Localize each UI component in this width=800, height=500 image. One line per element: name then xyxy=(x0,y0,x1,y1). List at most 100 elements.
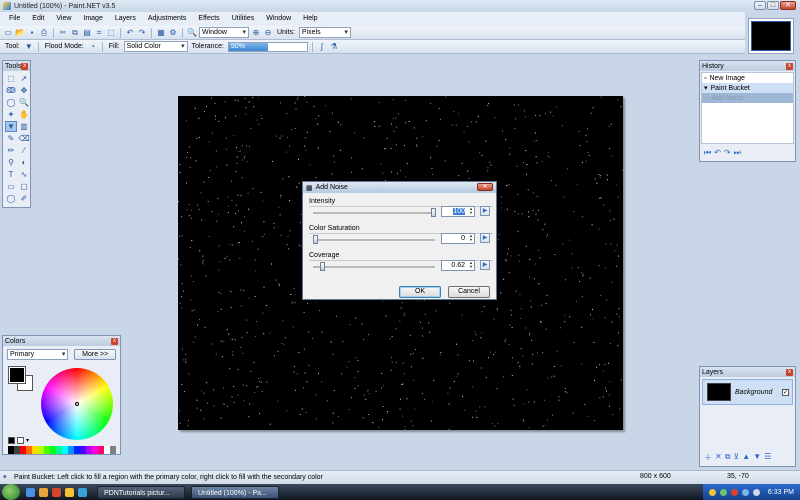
copy-icon[interactable]: ⧉ xyxy=(70,28,80,38)
lasso-tool-icon[interactable]: ↂ xyxy=(5,85,17,96)
palette-menu-icon[interactable]: ▾ xyxy=(26,437,29,444)
close-icon[interactable]: x xyxy=(21,62,28,70)
coverage-reset-button[interactable]: ▶ xyxy=(480,260,490,270)
coverage-slider-thumb[interactable] xyxy=(320,262,326,271)
media-icon[interactable] xyxy=(78,487,87,497)
rectangle-tool-icon[interactable]: ▭ xyxy=(5,181,17,192)
tolerance-slider[interactable]: 50% xyxy=(227,41,308,52)
move-layer-down-icon[interactable]: ▼ xyxy=(753,452,761,463)
zoom-window-combo[interactable]: Window xyxy=(199,27,249,38)
flood-mode-icon[interactable]: ◔ xyxy=(88,42,98,52)
menu-adjustments[interactable]: Adjustments xyxy=(142,12,193,26)
saturation-track[interactable] xyxy=(313,239,435,241)
grid-icon[interactable]: ▦ xyxy=(156,28,166,38)
palette-swatch[interactable] xyxy=(110,446,116,454)
antialias-icon[interactable]: ∫ xyxy=(317,42,327,52)
paintbrush-tool-icon[interactable]: ✎ xyxy=(5,133,17,144)
layer-row-background[interactable]: Background ✓ xyxy=(702,379,793,405)
folder-icon[interactable] xyxy=(65,487,74,497)
tray-icon[interactable] xyxy=(708,488,716,496)
blend-mode-icon[interactable]: ⚗ xyxy=(329,42,339,52)
color-wheel[interactable] xyxy=(41,368,113,440)
deselect-icon[interactable]: ⬚ xyxy=(106,28,116,38)
saturation-spinner[interactable]: ▲ ▼ xyxy=(468,234,474,243)
menu-view[interactable]: View xyxy=(50,12,77,26)
menu-help[interactable]: Help xyxy=(297,12,323,26)
redo-icon[interactable]: ↷ xyxy=(724,148,731,158)
ok-button[interactable]: OK xyxy=(399,286,441,298)
maximize-button[interactable]: □ xyxy=(767,1,779,10)
network-icon[interactable] xyxy=(741,488,749,496)
layer-visibility-checkbox[interactable]: ✓ xyxy=(782,388,789,396)
intensity-reset-button[interactable]: ▶ xyxy=(480,206,490,216)
task-paintnet[interactable]: Untitled (100%) - Pa... xyxy=(191,485,279,499)
redo-icon[interactable]: ↷ xyxy=(137,28,147,38)
zoom-in-icon[interactable]: ⊕ xyxy=(251,28,261,38)
add-layer-icon[interactable]: ＋ xyxy=(704,452,712,463)
save-icon[interactable]: ▪ xyxy=(27,28,37,38)
tray-icon[interactable] xyxy=(730,488,738,496)
freeform-shape-tool-icon[interactable]: ✐ xyxy=(18,193,30,204)
intensity-slider-thumb[interactable] xyxy=(431,208,436,217)
pan-tool-icon[interactable]: ✋ xyxy=(18,109,30,120)
duplicate-layer-icon[interactable]: ⧉ xyxy=(725,452,731,463)
undo-icon[interactable]: ↶ xyxy=(125,28,135,38)
color-target-combo[interactable]: Primary xyxy=(7,349,69,360)
menu-image[interactable]: Image xyxy=(77,12,108,26)
menu-effects[interactable]: Effects xyxy=(192,12,225,26)
close-button[interactable]: ✕ xyxy=(780,1,796,10)
menu-layers[interactable]: Layers xyxy=(109,12,142,26)
last-step-icon[interactable]: ⏭ xyxy=(734,148,741,158)
units-combo[interactable]: Pixels xyxy=(298,27,351,38)
cut-icon[interactable]: ✂ xyxy=(58,28,68,38)
move-selection-tool-icon[interactable]: ➚ xyxy=(18,73,30,84)
gradient-tool-icon[interactable]: ▥ xyxy=(18,121,30,132)
reset-colors-icon[interactable] xyxy=(8,437,15,444)
magic-wand-tool-icon[interactable]: ✦ xyxy=(5,109,17,120)
history-item-new-image[interactable]: ▫ New Image xyxy=(702,73,793,83)
settings-icon[interactable]: ⚙ xyxy=(168,28,178,38)
saturation-slider-thumb[interactable] xyxy=(313,235,318,244)
first-step-icon[interactable]: ⏮ xyxy=(704,148,711,158)
switch-windows-icon[interactable] xyxy=(39,487,48,497)
crop-icon[interactable]: ⌗ xyxy=(94,28,104,38)
intensity-track[interactable] xyxy=(313,212,435,214)
clone-stamp-tool-icon[interactable]: ⚲ xyxy=(5,157,17,168)
history-item-paint-bucket[interactable]: ▾ Paint Bucket xyxy=(702,83,793,93)
minimize-button[interactable]: – xyxy=(754,1,766,10)
paint-bucket-icon[interactable]: ▼ xyxy=(24,42,34,52)
browser-icon[interactable] xyxy=(52,487,61,497)
more-colors-button[interactable]: More >> xyxy=(74,349,116,360)
menu-edit[interactable]: Edit xyxy=(26,12,50,26)
close-icon[interactable]: x xyxy=(786,62,793,70)
paste-icon[interactable]: ▤ xyxy=(82,28,92,38)
fill-combo[interactable]: Solid Color xyxy=(123,41,188,52)
recolor-tool-icon[interactable]: ◐ xyxy=(18,157,30,168)
zoom-out-icon[interactable]: ⊖ xyxy=(263,28,273,38)
close-icon[interactable]: x xyxy=(111,337,118,345)
zoom-tool-icon[interactable]: 🔍 xyxy=(18,97,30,108)
eraser-tool-icon[interactable]: ⌫ xyxy=(18,133,30,144)
tray-icon[interactable] xyxy=(719,488,727,496)
move-pixels-tool-icon[interactable]: ✥ xyxy=(18,85,30,96)
coverage-spinner[interactable]: ▲ ▼ xyxy=(468,261,474,270)
menu-utilities[interactable]: Utilities xyxy=(226,12,261,26)
rectangle-select-tool-icon[interactable]: ⬚ xyxy=(5,73,17,84)
pencil-tool-icon[interactable]: ✏ xyxy=(5,145,17,156)
history-item-add-noise[interactable]: ∴ Add Noise xyxy=(702,93,793,103)
volume-icon[interactable] xyxy=(752,488,760,496)
start-button[interactable] xyxy=(2,484,20,500)
undo-icon[interactable]: ↶ xyxy=(714,148,721,158)
coverage-track[interactable] xyxy=(313,266,435,268)
close-icon[interactable]: x xyxy=(786,368,793,376)
menu-window[interactable]: Window xyxy=(260,12,297,26)
paint-bucket-tool-icon[interactable]: ▼ xyxy=(5,121,17,132)
swap-colors-icon[interactable] xyxy=(17,437,24,444)
color-picker-tool-icon[interactable]: ⁄ xyxy=(18,145,30,156)
ellipse-select-tool-icon[interactable]: ◯ xyxy=(5,97,17,108)
open-icon[interactable]: 📂 xyxy=(15,28,25,38)
intensity-spinner[interactable]: ▲ ▼ xyxy=(468,207,474,216)
primary-color-swatch[interactable] xyxy=(8,366,26,384)
print-icon[interactable]: ⎙ xyxy=(39,28,49,38)
new-icon[interactable]: ▭ xyxy=(3,28,13,38)
